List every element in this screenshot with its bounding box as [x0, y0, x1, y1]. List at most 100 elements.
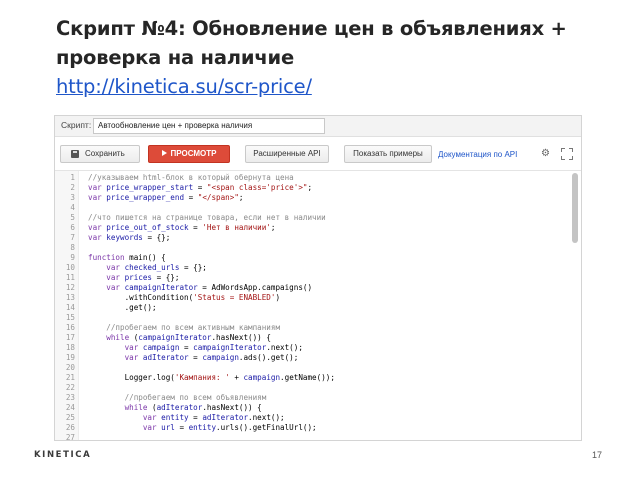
code-line: 12 var campaignIterator = AdWordsApp.cam…: [55, 283, 581, 293]
code-token: .hasNext()) {: [202, 403, 262, 412]
line-number: 24: [65, 403, 75, 412]
code-editor[interactable]: 1 //указываем html-блок в который обернут…: [55, 170, 581, 441]
code-token: .next();: [266, 343, 303, 352]
code-text: var checked_urls = {};: [88, 263, 207, 273]
line-number: 11: [65, 273, 75, 282]
code-token: entity: [188, 423, 217, 432]
code-token: price_wrapper_end: [106, 193, 185, 202]
code-text: .get();: [88, 303, 157, 313]
code-token: //что пишется на странице товара, если н…: [88, 213, 326, 222]
code-token: 'Status = ENABLED': [193, 293, 276, 302]
code-token: main: [129, 253, 148, 262]
code-line: 4: [55, 203, 581, 213]
code-token: .getName());: [280, 373, 335, 382]
line-number: 12: [65, 283, 75, 292]
save-button[interactable]: Сохранить: [60, 145, 140, 163]
code-line: 23 //пробегаем по всем объявлениям: [55, 393, 581, 403]
code-line: 26 var url = entity.urls().getFinalUrl()…: [55, 423, 581, 433]
code-text: //указываем html-блок в который обернута…: [88, 173, 294, 183]
code-line: 19 var adIterator = campaign.ads().get()…: [55, 353, 581, 363]
code-token: var: [88, 273, 125, 282]
slide-link[interactable]: http://kinetica.su/scr-price/: [56, 72, 312, 101]
code-token: while: [88, 403, 153, 412]
line-number: 6: [70, 223, 75, 232]
code-text: while (adIterator.hasNext()) {: [88, 403, 262, 413]
code-token: "</span>": [197, 193, 239, 202]
code-token: =: [188, 223, 203, 232]
advanced-api-button[interactable]: Расширенные API: [245, 145, 329, 163]
code-line: 6 var price_out_of_stock = 'Нет в наличии…: [55, 223, 581, 233]
line-number: 18: [65, 343, 75, 352]
code-token: price_out_of_stock: [106, 223, 189, 232]
code-line: 27: [55, 433, 581, 441]
preview-button-label: ПРОСМОТР: [170, 149, 217, 158]
code-token: .urls().getFinalUrl();: [216, 423, 317, 432]
show-examples-button[interactable]: Показать примеры: [344, 145, 432, 163]
code-token: var: [88, 283, 125, 292]
code-token: while: [88, 333, 134, 342]
code-token: 'Кампания: ': [174, 373, 230, 382]
code-line: 9 function main() {: [55, 253, 581, 263]
code-line: 2 var price_wrapper_start = "<span class=…: [55, 183, 581, 193]
code-token: campaignIterator: [124, 283, 198, 292]
script-editor: Скрипт: Автообновление цен + проверка на…: [54, 115, 582, 441]
code-line: 17 while (campaignIterator.hasNext()) {: [55, 333, 581, 343]
code-token: =: [188, 413, 203, 422]
code-token: checked_urls: [124, 263, 180, 272]
line-number: 13: [65, 293, 75, 302]
code-token: .ads().get();: [238, 353, 299, 362]
code-token: var: [88, 223, 107, 232]
code-token: adIterator: [156, 403, 203, 412]
expand-icon[interactable]: [561, 148, 573, 160]
code-token: = {};: [179, 263, 207, 272]
api-docs-link[interactable]: Документация по API: [438, 150, 517, 159]
code-token: = {};: [142, 233, 171, 242]
line-number: 1: [70, 173, 75, 182]
code-line: 15: [55, 313, 581, 323]
code-text: var price_wrapper_start = "<span class='…: [88, 183, 312, 193]
code-line: 14 .get();: [55, 303, 581, 313]
code-token: var: [88, 183, 107, 192]
floppy-disk-icon: [71, 150, 79, 158]
code-text: var url = entity.urls().getFinalUrl();: [88, 423, 317, 433]
gear-icon[interactable]: ⚙: [541, 149, 550, 159]
code-line: 10 var checked_urls = {};: [55, 263, 581, 273]
code-token: //указываем html-блок в который обернута…: [88, 173, 294, 182]
preview-button[interactable]: ПРОСМОТР: [148, 145, 230, 163]
code-token: var: [88, 193, 107, 202]
code-line: 7 var keywords = {};: [55, 233, 581, 243]
code-token: =: [193, 183, 207, 192]
line-number: 4: [70, 203, 75, 212]
code-token: "<span class='price'>": [206, 183, 308, 192]
code-line: 8: [55, 243, 581, 253]
code-line: 22: [55, 383, 581, 393]
code-token: () {: [147, 253, 166, 262]
code-line: 21 Logger.log('Кампания: ' + campaign.ge…: [55, 373, 581, 383]
code-token: price_wrapper_start: [106, 183, 194, 192]
code-token: ;: [270, 223, 276, 232]
code-text: var prices = {};: [88, 273, 179, 283]
code-token: var: [88, 423, 162, 432]
line-number: 16: [65, 323, 75, 332]
code-token: prices: [124, 273, 153, 282]
code-token: ;: [307, 183, 313, 192]
line-number: 7: [70, 233, 75, 242]
code-token: campaign: [243, 373, 281, 382]
line-number: 26: [65, 423, 75, 432]
script-name-input[interactable]: Автообновление цен + проверка наличия: [93, 118, 325, 134]
line-number: 8: [70, 243, 75, 252]
code-text: var campaignIterator = AdWordsApp.campai…: [88, 283, 312, 293]
code-text: var entity = adIterator.next();: [88, 413, 285, 423]
code-token: =: [179, 343, 194, 352]
code-token: +: [229, 373, 244, 382]
code-token: .get();: [88, 303, 157, 312]
code-line: 11 var prices = {};: [55, 273, 581, 283]
line-number: 22: [65, 383, 75, 392]
code-line: 3 var price_wrapper_end = "</span>";: [55, 193, 581, 203]
code-token: ): [275, 293, 281, 302]
line-number: 27: [65, 433, 75, 441]
line-number: 20: [65, 363, 75, 372]
line-number: 23: [65, 393, 75, 402]
code-token: =: [184, 193, 198, 202]
vertical-scrollbar[interactable]: [572, 173, 578, 243]
